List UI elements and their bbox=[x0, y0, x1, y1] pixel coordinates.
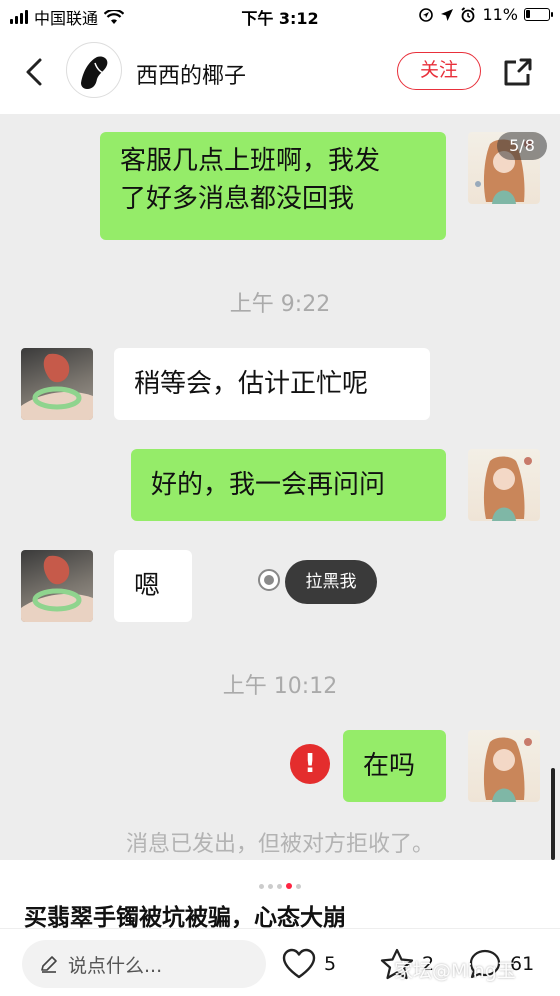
other-avatar bbox=[21, 550, 93, 622]
follow-button[interactable]: 关注 bbox=[397, 52, 481, 90]
message-bubble-other: 稍等会，估计正忙呢 bbox=[114, 348, 430, 420]
send-failed-icon: ! bbox=[290, 744, 330, 784]
heart-icon bbox=[282, 948, 316, 979]
navigation-icon bbox=[441, 8, 454, 21]
other-avatar bbox=[21, 348, 93, 420]
post-title: 买翡翠手镯被坑被骗，心态大崩 bbox=[24, 905, 346, 931]
scrollbar bbox=[551, 768, 555, 860]
block-user-button[interactable]: 拉黑我 bbox=[285, 560, 377, 604]
message-bubble-me: 好的，我一会再问问 bbox=[131, 449, 446, 521]
comment-placeholder: 说点什么... bbox=[68, 955, 163, 977]
chat-timestamp: 上午 9:22 bbox=[229, 292, 331, 317]
annotation-dot-icon bbox=[258, 569, 280, 591]
carousel-dots bbox=[0, 874, 560, 893]
chat-screenshot: 客服几点上班啊，我发 了好多消息都没回我 5/8 上午 9:22 稍等会，估计正… bbox=[0, 114, 560, 860]
image-page-indicator: 5/8 bbox=[497, 132, 547, 160]
back-arrow-icon[interactable] bbox=[20, 52, 50, 92]
message-bubble-me: 客服几点上班啊，我发 了好多消息都没回我 bbox=[100, 132, 446, 240]
my-avatar bbox=[468, 449, 540, 521]
chat-timestamp: 上午 10:12 bbox=[222, 674, 338, 699]
message-bubble-other: 嗯 bbox=[114, 550, 192, 622]
battery-icon bbox=[524, 8, 553, 21]
author-nickname[interactable]: 西西的椰子 bbox=[136, 58, 246, 90]
alarm-icon bbox=[461, 6, 475, 22]
message-text-line: 了好多消息都没回我 bbox=[120, 184, 355, 214]
post-footer: 买翡翠手镯被坑被骗，心态大崩 说点什么... 5 2 61 家坛@Ming玉 bbox=[0, 860, 560, 996]
share-icon[interactable] bbox=[500, 54, 536, 90]
divider bbox=[0, 928, 560, 929]
like-button[interactable]: 5 bbox=[282, 946, 336, 982]
author-avatar[interactable] bbox=[66, 42, 122, 98]
system-message: 消息已发出，但被对方拒收了。 bbox=[125, 832, 434, 857]
battery-percent: 11% bbox=[482, 5, 518, 24]
pencil-icon bbox=[41, 956, 57, 973]
message-text-line: 客服几点上班啊，我发 bbox=[120, 146, 381, 176]
comment-input[interactable]: 说点什么... bbox=[22, 940, 266, 988]
like-count: 5 bbox=[324, 953, 337, 975]
message-bubble-me: 在吗 bbox=[343, 730, 446, 802]
my-avatar bbox=[468, 730, 540, 802]
watermark: 家坛@Ming玉 bbox=[394, 960, 516, 982]
post-header: 西西的椰子 关注 bbox=[0, 30, 560, 114]
status-bar: 中国联通 下午 3:12 11% bbox=[0, 0, 560, 30]
location-lock-icon bbox=[419, 7, 434, 22]
